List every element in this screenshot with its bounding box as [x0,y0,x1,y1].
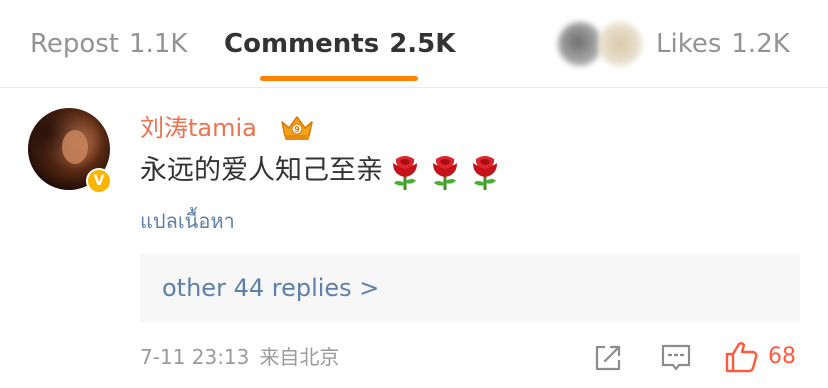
tab-bar: Repost 1.1K Comments 2.5K Likes 1.2K [0,0,828,88]
crown-icon: 9 [281,116,313,140]
like-button[interactable]: 68 [724,340,814,374]
tab-comments-count: 2.5K [389,29,456,59]
svg-text:9: 9 [294,125,300,134]
translate-link[interactable]: แปลเนื้อหา [140,206,235,236]
thumbs-up-icon [725,342,758,373]
rose-icon [433,155,457,190]
rose-icon [393,155,417,190]
comment-date: 7-11 23:13 [140,345,250,369]
comment-source: 来自北京 [259,345,340,369]
liker-avatar [558,22,602,66]
comment-username[interactable]: 刘涛tamia [140,112,257,144]
tab-repost-count: 1.1K [129,29,188,59]
like-count: 68 [768,344,796,369]
share-icon[interactable] [592,340,622,374]
replies-box[interactable]: other 44 replies > [140,254,800,322]
tab-likes[interactable]: Likes 1.2K [656,26,790,62]
rose-icon [473,155,497,190]
tab-comments-label: Comments [224,29,380,59]
tab-repost-label: Repost [30,29,120,59]
tab-likes-count: 1.2K [731,29,790,59]
comment-text: 永远的爱人知己至亲 [140,152,503,191]
tab-comments[interactable]: Comments 2.5K [224,26,455,62]
comment-icon[interactable] [660,340,692,374]
comment-body: 永远的爱人知己至亲 [140,155,383,186]
verified-badge-icon: V [86,168,112,194]
liker-avatar [598,22,642,66]
tab-repost[interactable]: Repost 1.1K [30,26,187,62]
liker-avatars [558,22,648,66]
active-tab-indicator [260,76,418,81]
more-replies-link[interactable]: other 44 replies > [162,272,379,304]
comment-meta: 7-11 23:13 来自北京 [140,343,339,371]
tab-likes-label: Likes [656,29,722,59]
